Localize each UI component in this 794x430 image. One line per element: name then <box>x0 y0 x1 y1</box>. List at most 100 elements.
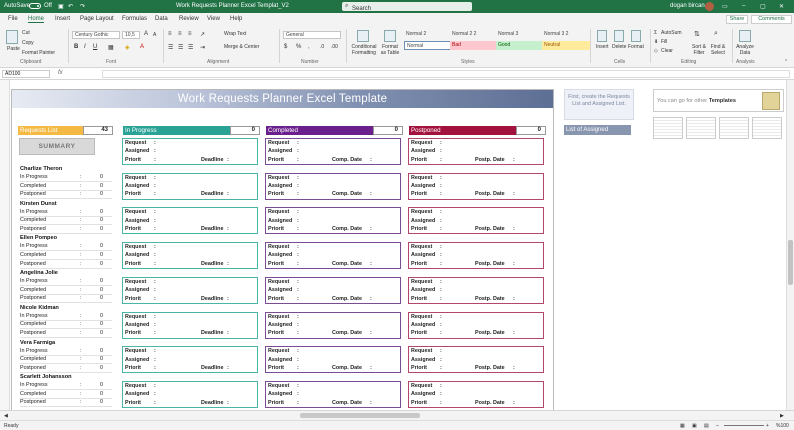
search-box[interactable]: ⌕ Search <box>342 2 472 12</box>
style-good[interactable]: Good <box>496 41 544 50</box>
page-break-view-icon[interactable]: ▤ <box>704 423 709 429</box>
shrink-font-button[interactable]: A <box>153 32 156 38</box>
request-card[interactable]: Request: Assigned: Priorit: Comp. Date: <box>265 276 401 304</box>
redo-icon[interactable]: ↷ <box>80 3 85 10</box>
paste-label[interactable]: Paste <box>7 46 20 52</box>
collapse-ribbon-icon[interactable]: ⌃ <box>784 59 788 65</box>
request-card[interactable]: Request: Assigned: Priorit: Comp. Date: <box>265 207 401 235</box>
ribbon-display-icon[interactable]: ▭ <box>722 3 728 10</box>
template-previews[interactable] <box>653 117 784 139</box>
undo-icon[interactable]: ↶ <box>68 3 73 10</box>
template-preview[interactable] <box>686 117 716 139</box>
share-button[interactable]: Share <box>726 15 748 24</box>
font-size-select[interactable]: 10,5 <box>122 31 140 39</box>
request-card[interactable]: Request: Assigned: Priorit: Comp. Date: <box>265 380 401 408</box>
tab-view[interactable]: View <box>207 16 220 22</box>
format-as-table-button[interactable]: Format as Table <box>379 44 401 56</box>
style-neutral[interactable]: Neutral <box>542 41 590 50</box>
request-card[interactable]: Request: Assigned: Priorit: Deadline: <box>122 242 258 270</box>
align-right-icon[interactable]: ☰ <box>188 44 193 51</box>
style-bad[interactable]: Bad <box>450 41 498 50</box>
template-preview[interactable] <box>752 117 782 139</box>
style-normal-3[interactable]: Normal 3 <box>496 30 544 39</box>
request-card[interactable]: Request: Assigned: Priorit: Deadline: <box>122 172 258 200</box>
request-card[interactable]: Request: Assigned: Priorit: Deadline: <box>122 311 258 339</box>
borders-icon[interactable]: ▦ <box>108 44 114 51</box>
request-card[interactable]: Request: Assigned: Priorit: Deadline: <box>122 380 258 408</box>
align-center-icon[interactable]: ☰ <box>178 44 183 51</box>
request-card[interactable]: Request: Assigned: Priorit: Deadline: <box>122 138 258 165</box>
insert-cells-button[interactable]: Insert <box>596 44 609 50</box>
percent-icon[interactable]: % <box>296 44 301 50</box>
number-format-select[interactable]: General <box>283 31 341 39</box>
request-card[interactable]: Request: Assigned: Priorit: Postp. Date: <box>408 311 544 339</box>
align-middle-icon[interactable]: ≡ <box>178 31 182 37</box>
tab-formulas[interactable]: Formulas <box>122 16 147 22</box>
formula-input[interactable] <box>102 70 790 78</box>
format-painter-button[interactable]: Format Painter <box>22 50 55 56</box>
request-card[interactable]: Request: Assigned: Priorit: Deadline: <box>122 207 258 235</box>
normal-view-icon[interactable]: ▦ <box>680 423 685 429</box>
copy-button[interactable]: Copy <box>22 40 34 46</box>
tab-insert[interactable]: Insert <box>55 16 70 22</box>
request-card[interactable]: Request: Assigned: Priorit: Postp. Date: <box>408 242 544 270</box>
request-card[interactable]: Request: Assigned: Priorit: Comp. Date: <box>265 346 401 374</box>
request-card[interactable]: Request: Assigned: Priorit: Postp. Date: <box>408 207 544 235</box>
fx-icon[interactable]: fx <box>58 70 63 76</box>
find-select-icon[interactable]: ⌕ <box>714 30 718 38</box>
find-select-button[interactable]: Find & Select <box>708 44 728 56</box>
style-normal[interactable]: Normal <box>404 41 452 50</box>
zoom-in-icon[interactable]: + <box>766 423 769 429</box>
style-normal-2[interactable]: Normal 2 <box>404 30 452 39</box>
vertical-scrollbar[interactable] <box>786 80 794 410</box>
merge-center-button[interactable]: Merge & Center <box>224 44 259 50</box>
name-box[interactable]: AD100 <box>2 70 50 78</box>
request-card[interactable]: Request: Assigned: Priorit: Postp. Date: <box>408 380 544 408</box>
bold-button[interactable]: B <box>74 44 78 50</box>
horizontal-scrollbar[interactable]: ◀ ▶ <box>0 410 794 420</box>
request-card[interactable]: Request: Assigned: Priorit: Deadline: <box>122 346 258 374</box>
avatar[interactable] <box>705 2 714 11</box>
conditional-formatting-icon[interactable] <box>357 30 369 42</box>
style-normal-2-2[interactable]: Normal 2 2 <box>450 30 498 39</box>
sort-filter-icon[interactable]: ⇅ <box>694 30 700 38</box>
tab-data[interactable]: Data <box>155 16 168 22</box>
underline-button[interactable]: U <box>93 44 97 50</box>
font-family-select[interactable]: Century Gothic <box>72 31 120 39</box>
request-card[interactable]: Request: Assigned: Priorit: Comp. Date: <box>265 138 401 165</box>
fill-button[interactable]: Fill <box>661 39 667 45</box>
delete-cells-icon[interactable] <box>614 30 624 42</box>
request-card[interactable]: Request: Assigned: Priorit: Comp. Date: <box>265 172 401 200</box>
format-as-table-icon[interactable] <box>384 30 396 42</box>
format-cells-icon[interactable] <box>631 30 641 42</box>
clear-button[interactable]: Clear <box>661 48 673 54</box>
request-card[interactable]: Request: Assigned: Priorit: Postp. Date: <box>408 346 544 374</box>
tab-page-layout[interactable]: Page Layout <box>80 16 114 22</box>
align-top-icon[interactable]: ≡ <box>168 31 172 37</box>
maximize-icon[interactable]: ▢ <box>760 3 766 10</box>
zoom-level[interactable]: %100 <box>776 423 789 429</box>
page-layout-view-icon[interactable]: ▣ <box>692 423 697 429</box>
orientation-icon[interactable]: ↗ <box>200 31 205 38</box>
scroll-left-icon[interactable]: ◀ <box>4 413 8 419</box>
style-normal-3-2[interactable]: Normal 3 2 <box>542 30 590 39</box>
delete-cells-button[interactable]: Delete <box>612 44 626 50</box>
decrease-decimal-icon[interactable]: .00 <box>331 44 338 50</box>
fill-color-icon[interactable]: ◈ <box>125 44 130 51</box>
tab-review[interactable]: Review <box>179 16 199 22</box>
save-icon[interactable]: ▣ <box>58 3 64 10</box>
minimize-icon[interactable]: – <box>742 3 745 9</box>
align-bottom-icon[interactable]: ≡ <box>188 31 192 37</box>
analyze-data-icon[interactable] <box>739 30 751 42</box>
autosum-button[interactable]: AutoSum <box>661 30 682 36</box>
request-card[interactable]: Request: Assigned: Priorit: Deadline: <box>122 276 258 304</box>
tab-file[interactable]: File <box>8 16 18 22</box>
sort-filter-button[interactable]: Sort & Filter <box>689 44 709 56</box>
cut-button[interactable]: Cut <box>22 30 30 36</box>
request-card[interactable]: Request: Assigned: Priorit: Comp. Date: <box>265 242 401 270</box>
grow-font-button[interactable]: A <box>144 31 148 37</box>
request-card[interactable]: Request: Assigned: Priorit: Postp. Date: <box>408 138 544 165</box>
paste-icon[interactable] <box>6 30 18 44</box>
scrollbar-thumb[interactable] <box>300 413 420 418</box>
comma-icon[interactable]: , <box>308 44 310 50</box>
